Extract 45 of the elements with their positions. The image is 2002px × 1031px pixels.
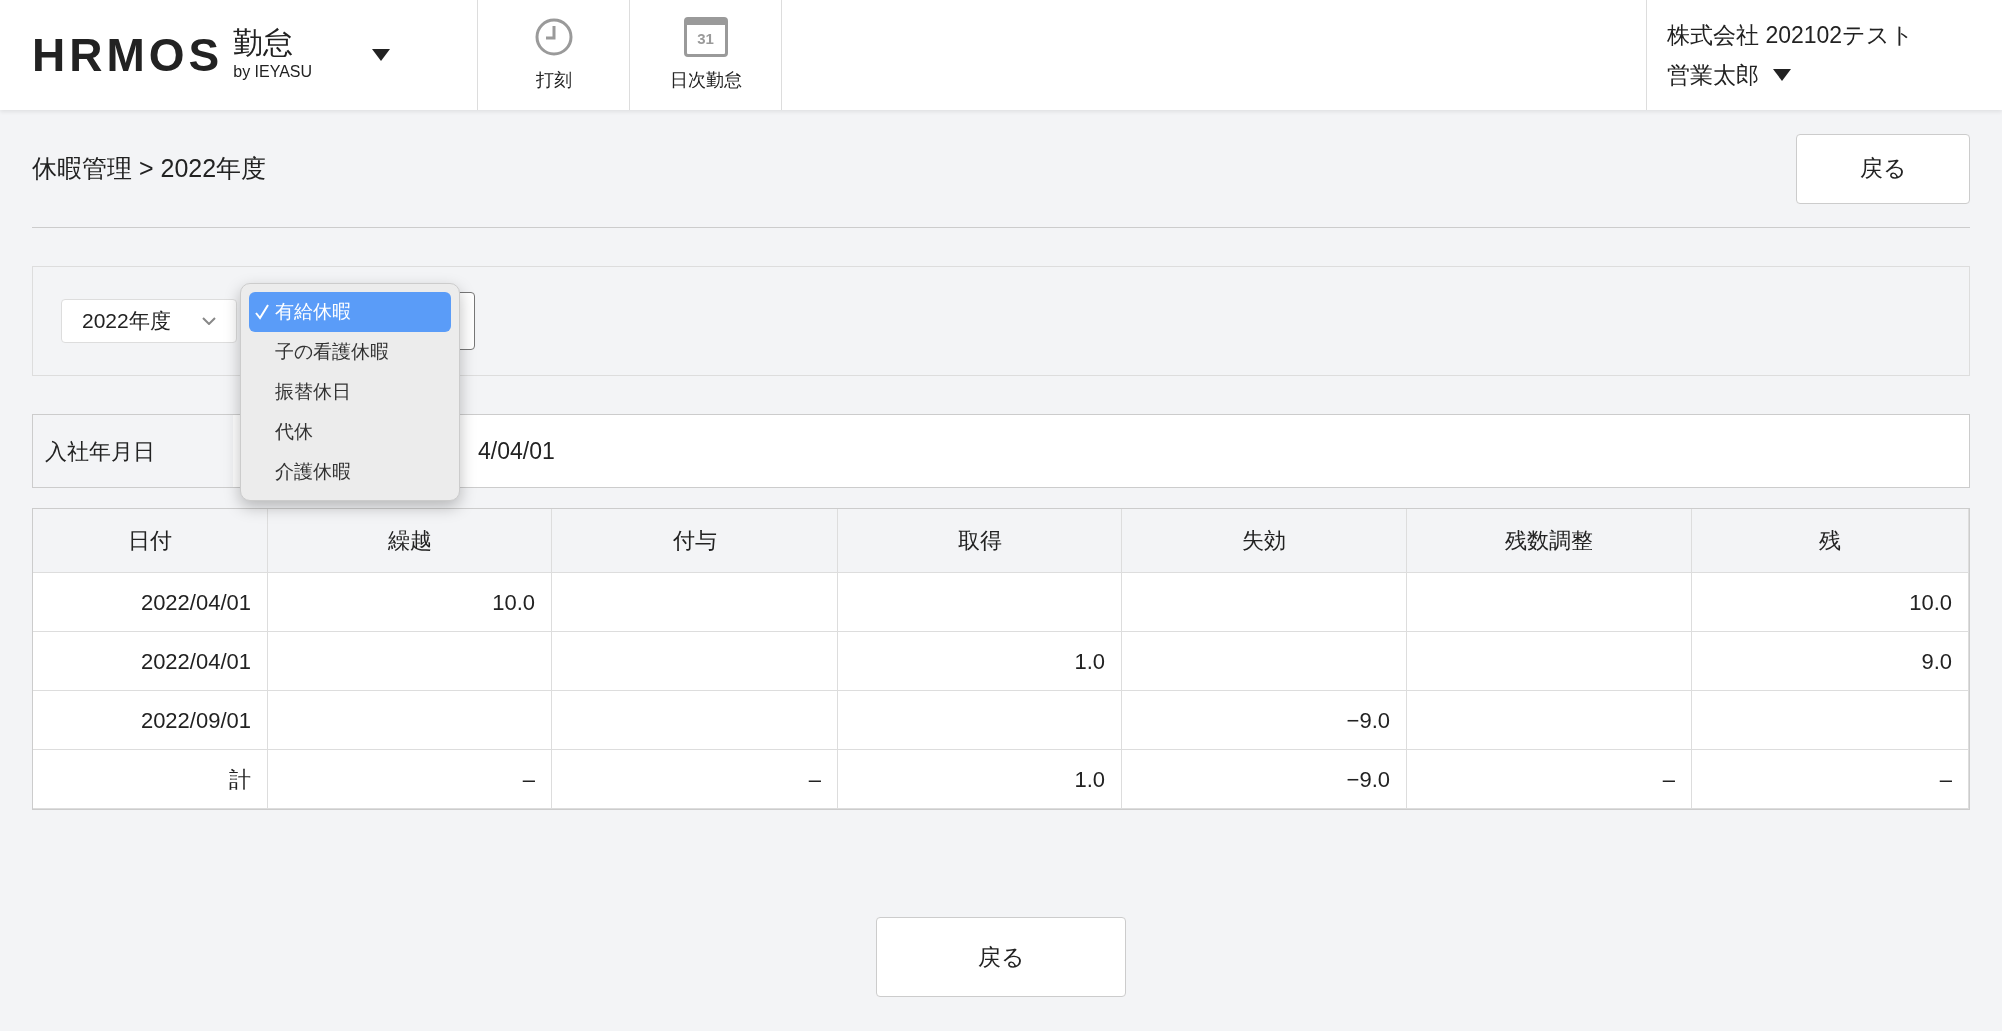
calendar-icon: 31 (683, 16, 728, 57)
menu-item[interactable]: 代休 (249, 412, 451, 452)
table-cell: 2022/04/01 (33, 632, 268, 691)
column-header: 繰越 (268, 509, 552, 573)
nav-tab[interactable]: 打刻 (478, 0, 630, 110)
table-cell: – (268, 750, 552, 809)
table-cell: – (552, 750, 838, 809)
company-name: 株式会社 202102テスト (1667, 20, 1916, 50)
byline: by IEYASU (233, 62, 313, 82)
clock-icon (533, 16, 574, 57)
column-header: 付与 (552, 509, 838, 573)
menu-item[interactable]: 振替休日 (249, 372, 451, 412)
table-cell: 1.0 (838, 632, 1122, 691)
caret-icon (1773, 69, 1791, 82)
table-cell: 10.0 (1692, 573, 1969, 632)
table-cell: −9.0 (1122, 750, 1407, 809)
menu-item[interactable]: 介護休暇 (249, 452, 451, 492)
table-cell: 10.0 (268, 573, 552, 632)
back-button[interactable]: 戻る (876, 917, 1126, 997)
column-header: 失効 (1122, 509, 1407, 573)
table-cell: 2022/04/01 (33, 573, 268, 632)
logo[interactable]: HRMOS (32, 20, 224, 90)
breadcrumb: 休暇管理 > 2022年度 (32, 152, 267, 184)
caret-icon[interactable] (372, 49, 391, 61)
table-cell: 9.0 (1692, 632, 1969, 691)
column-header: 残数調整 (1407, 509, 1692, 573)
table-cell: −9.0 (1122, 691, 1407, 750)
user-menu[interactable]: 営業太郎 (1667, 58, 2002, 93)
nav-tab[interactable]: 31 日次勤怠 (630, 0, 782, 110)
check-icon (255, 304, 269, 320)
hire-date-value: 4/04/01 (478, 436, 555, 466)
field-label: 入社年月日 (33, 415, 233, 487)
year-select[interactable]: 2022年度 (61, 299, 237, 343)
table-cell: 2022/09/01 (33, 691, 268, 750)
column-header: 残 (1692, 509, 1969, 573)
table-cell: 計 (33, 750, 268, 809)
table-cell: – (1692, 750, 1969, 809)
back-button[interactable]: 戻る (1796, 133, 1970, 204)
menu-item[interactable]: 子の看護休暇 (249, 332, 451, 372)
table-cell: – (1407, 750, 1692, 809)
table-cell: 1.0 (838, 750, 1122, 809)
chevron-down-icon (202, 317, 216, 325)
product-name: 勤怠 (233, 26, 295, 60)
column-header: 取得 (838, 509, 1122, 573)
column-header: 日付 (33, 509, 268, 573)
